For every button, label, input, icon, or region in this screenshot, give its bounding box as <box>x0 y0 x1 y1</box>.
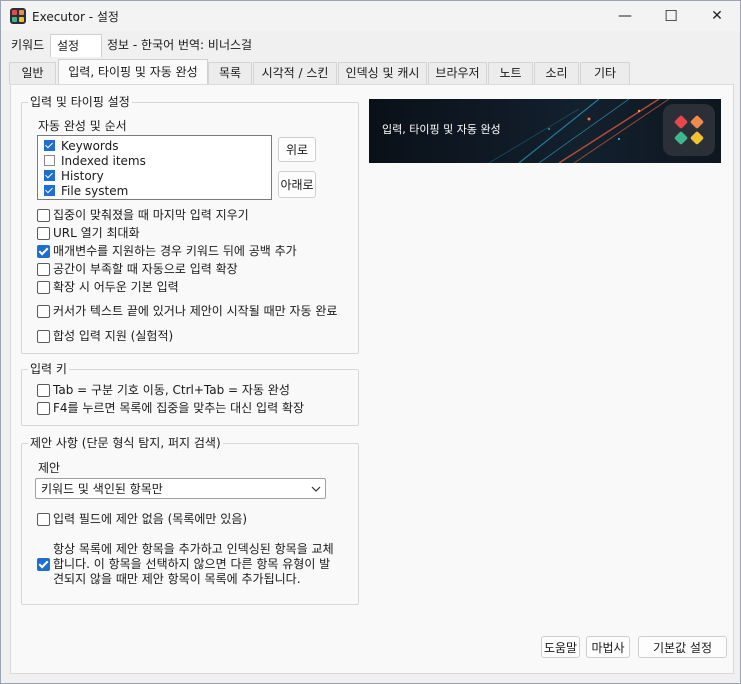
close-button[interactable]: ✕ <box>694 1 740 31</box>
tab-input-typing[interactable]: 입력, 타이핑 및 자동 완성 <box>58 59 208 85</box>
auto-expand-input-label: 공간이 부족할 때 자동으로 입력 확장 <box>53 262 238 276</box>
tab-general[interactable]: 일반 <box>9 62 56 84</box>
tab-misc[interactable]: 기타 <box>580 62 630 84</box>
settings-window: Executor - 설정 — ☐ ✕ 키워드 설정 정보 - 한국어 번역: … <box>0 0 741 684</box>
dark-input-on-expand-checkbox[interactable] <box>37 281 50 294</box>
tab-list[interactable]: 목록 <box>208 62 252 84</box>
tab-keywords[interactable]: 키워드 <box>7 34 48 56</box>
close-icon: ✕ <box>711 8 723 24</box>
history-source-checkbox[interactable] <box>44 170 55 181</box>
always-add-suggestions-line-3: 견되지 않을 때만 제안 항목이 목록에 추가됩니다. <box>53 572 301 586</box>
f4-expand-input-checkbox[interactable] <box>37 402 50 415</box>
tab-browser[interactable]: 브라우저 <box>428 62 487 84</box>
autocomplete-at-cursor-end-checkbox[interactable] <box>37 305 50 318</box>
move-down-button[interactable]: 아래로 <box>278 171 316 198</box>
executor-app-icon <box>10 8 26 24</box>
tab-indexing-cache[interactable]: 인덱싱 및 캐시 <box>338 62 427 84</box>
keywords-source-checkbox[interactable] <box>44 140 55 151</box>
tab-separator-checkbox[interactable] <box>37 384 50 397</box>
auto-expand-input-checkbox[interactable] <box>37 263 50 276</box>
list-item[interactable]: Indexed items <box>44 153 264 168</box>
banner-title: 입력, 타이핑 및 자동 완성 <box>382 123 501 136</box>
section-banner: 입력, 타이핑 및 자동 완성 <box>369 99 721 163</box>
tab-notes[interactable]: 노트 <box>488 62 533 84</box>
title-bar[interactable]: Executor - 설정 — ☐ ✕ <box>1 1 740 31</box>
maximize-url-label: URL 열기 최대화 <box>53 226 140 240</box>
move-up-button[interactable]: 위로 <box>278 137 316 162</box>
autocomplete-source-list[interactable]: Keywords Indexed items History File syst… <box>37 135 272 200</box>
chevron-down-icon <box>311 486 321 492</box>
autocomplete-order-label: 자동 완성 및 순서 <box>38 119 127 133</box>
maximize-button[interactable]: ☐ <box>648 1 694 31</box>
clear-last-input-checkbox[interactable] <box>37 209 50 222</box>
tab-settings[interactable]: 설정 <box>50 34 102 57</box>
settings-sub-tab-strip: 일반 입력, 타이핑 및 자동 완성 목록 시각적 / 스킨 인덱싱 및 캐시 … <box>1 58 740 85</box>
tab-sound[interactable]: 소리 <box>534 62 579 84</box>
list-item-label: File system <box>61 184 129 198</box>
input-typing-legend: 입력 및 타이핑 설정 <box>28 94 132 110</box>
tab-about[interactable]: 정보 - 한국어 번역: 비너스걸 <box>103 34 256 56</box>
list-item[interactable]: File system <box>44 183 264 198</box>
list-item-label: History <box>61 169 104 183</box>
maximize-icon: ☐ <box>664 7 678 25</box>
list-item-label: Keywords <box>61 139 119 153</box>
composition-input-label: 합성 입력 지원 (실험적) <box>53 329 174 343</box>
indexed-items-source-checkbox[interactable] <box>44 155 55 166</box>
logo-mark <box>674 115 704 145</box>
list-item[interactable]: Keywords <box>44 138 264 153</box>
no-suggestion-in-field-label: 입력 필드에 제안 없음 (목록에만 있음) <box>53 512 248 526</box>
autocomplete-at-cursor-end-label: 커서가 텍스트 끝에 있거나 제안이 시작될 때만 자동 완료 <box>53 304 338 318</box>
tab-visual-skin[interactable]: 시각적 / 스킨 <box>253 62 337 84</box>
minimize-button[interactable]: — <box>602 1 648 31</box>
f4-expand-input-label: F4를 누르면 목록에 집중을 맞추는 대신 입력 확장 <box>53 401 304 415</box>
always-add-suggestions-checkbox[interactable] <box>37 558 50 571</box>
always-add-suggestions-line-2: 합니다. 이 항목을 선택하지 않으면 다른 항목 유형이 발 <box>53 557 331 571</box>
executor-logo-icon <box>663 104 715 156</box>
list-item-label: Indexed items <box>61 154 146 168</box>
composition-input-checkbox[interactable] <box>37 330 50 343</box>
window-title: Executor - 설정 <box>32 10 119 24</box>
list-item[interactable]: History <box>44 168 264 183</box>
clear-last-input-label: 집중이 맞춰졌을 때 마지막 입력 지우기 <box>53 208 249 222</box>
wizard-button[interactable]: 마법사 <box>586 636 630 658</box>
input-keys-legend: 입력 키 <box>28 361 69 377</box>
no-suggestion-in-field-checkbox[interactable] <box>37 513 50 526</box>
suggestions-legend: 제안 사항 (단문 형식 탐지, 퍼지 검색) <box>28 435 223 451</box>
always-add-suggestions-line-1: 항상 목록에 제안 항목을 추가하고 인덱싱된 항목을 교체 <box>53 542 334 556</box>
maximize-url-checkbox[interactable] <box>37 227 50 240</box>
suggestion-label: 제안 <box>38 461 61 475</box>
add-space-after-keyword-label: 매개변수를 지원하는 경우 키워드 뒤에 공백 추가 <box>53 244 297 258</box>
reset-defaults-button[interactable]: 기본값 설정 <box>638 636 727 658</box>
tab-separator-label: Tab = 구분 기호 이동, Ctrl+Tab = 자동 완성 <box>53 383 290 397</box>
dark-input-on-expand-label: 확장 시 어두운 기본 입력 <box>53 280 179 294</box>
minimize-icon: — <box>618 8 632 24</box>
file-system-source-checkbox[interactable] <box>44 185 55 196</box>
add-space-after-keyword-checkbox[interactable] <box>37 245 50 258</box>
suggestion-select-value: 키워드 및 색인된 항목만 <box>41 482 163 496</box>
help-button[interactable]: 도움말 <box>541 636 580 658</box>
main-tab-strip: 키워드 설정 정보 - 한국어 번역: 비너스걸 <box>1 31 740 57</box>
suggestion-select[interactable]: 키워드 및 색인된 항목만 <box>35 478 326 499</box>
